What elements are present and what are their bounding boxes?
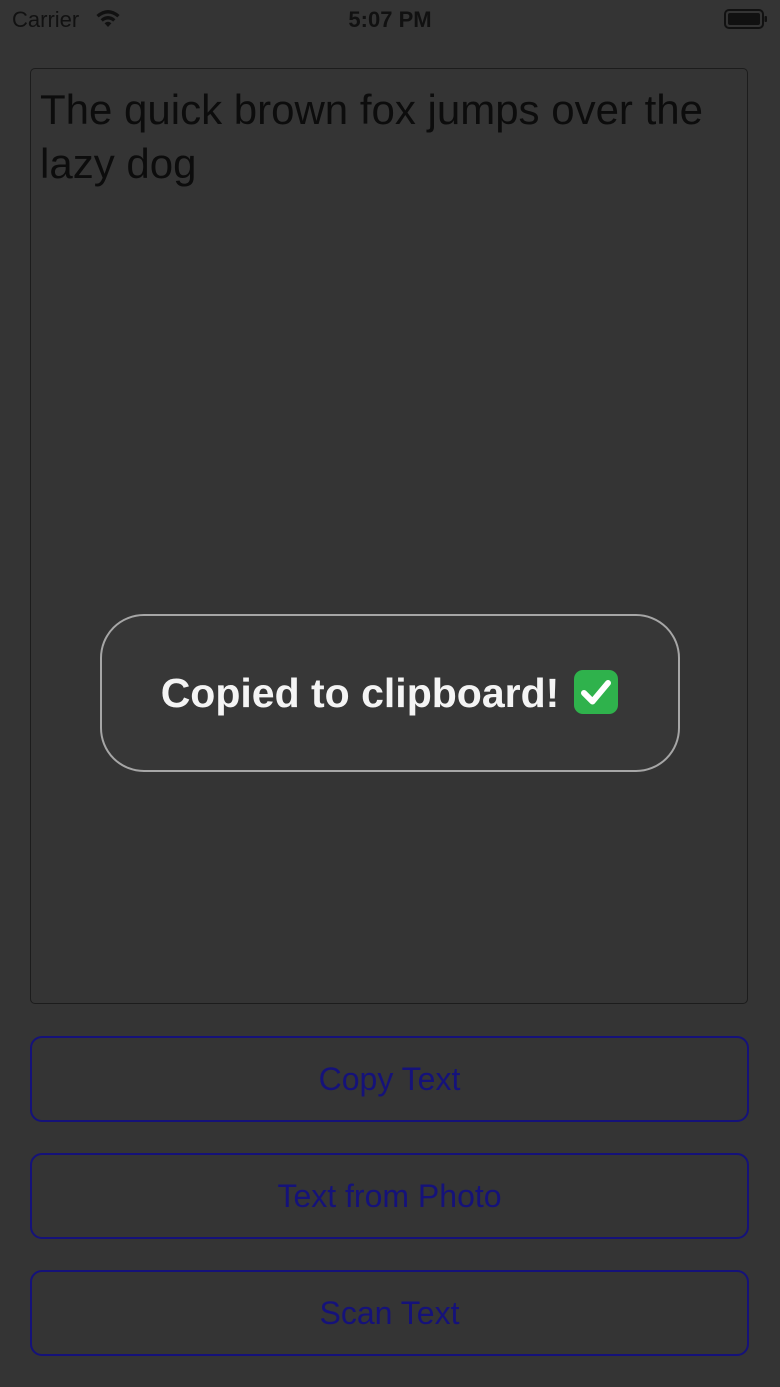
clock: 5:07 PM xyxy=(348,7,432,32)
copied-toast: Copied to clipboard! xyxy=(100,614,680,772)
status-bar: Carrier 5:07 PM xyxy=(0,0,780,40)
scan-text-button[interactable]: Scan Text xyxy=(30,1270,749,1356)
text-view[interactable]: The quick brown fox jumps over the lazy … xyxy=(30,68,748,1004)
copy-text-button[interactable]: Copy Text xyxy=(30,1036,749,1122)
text-from-photo-button[interactable]: Text from Photo xyxy=(30,1153,749,1239)
check-mark-button-icon xyxy=(574,670,619,714)
toast-message: Copied to clipboard! xyxy=(161,668,620,718)
battery-icon xyxy=(724,9,767,29)
text-view-content: The quick brown fox jumps over the lazy … xyxy=(40,86,703,187)
